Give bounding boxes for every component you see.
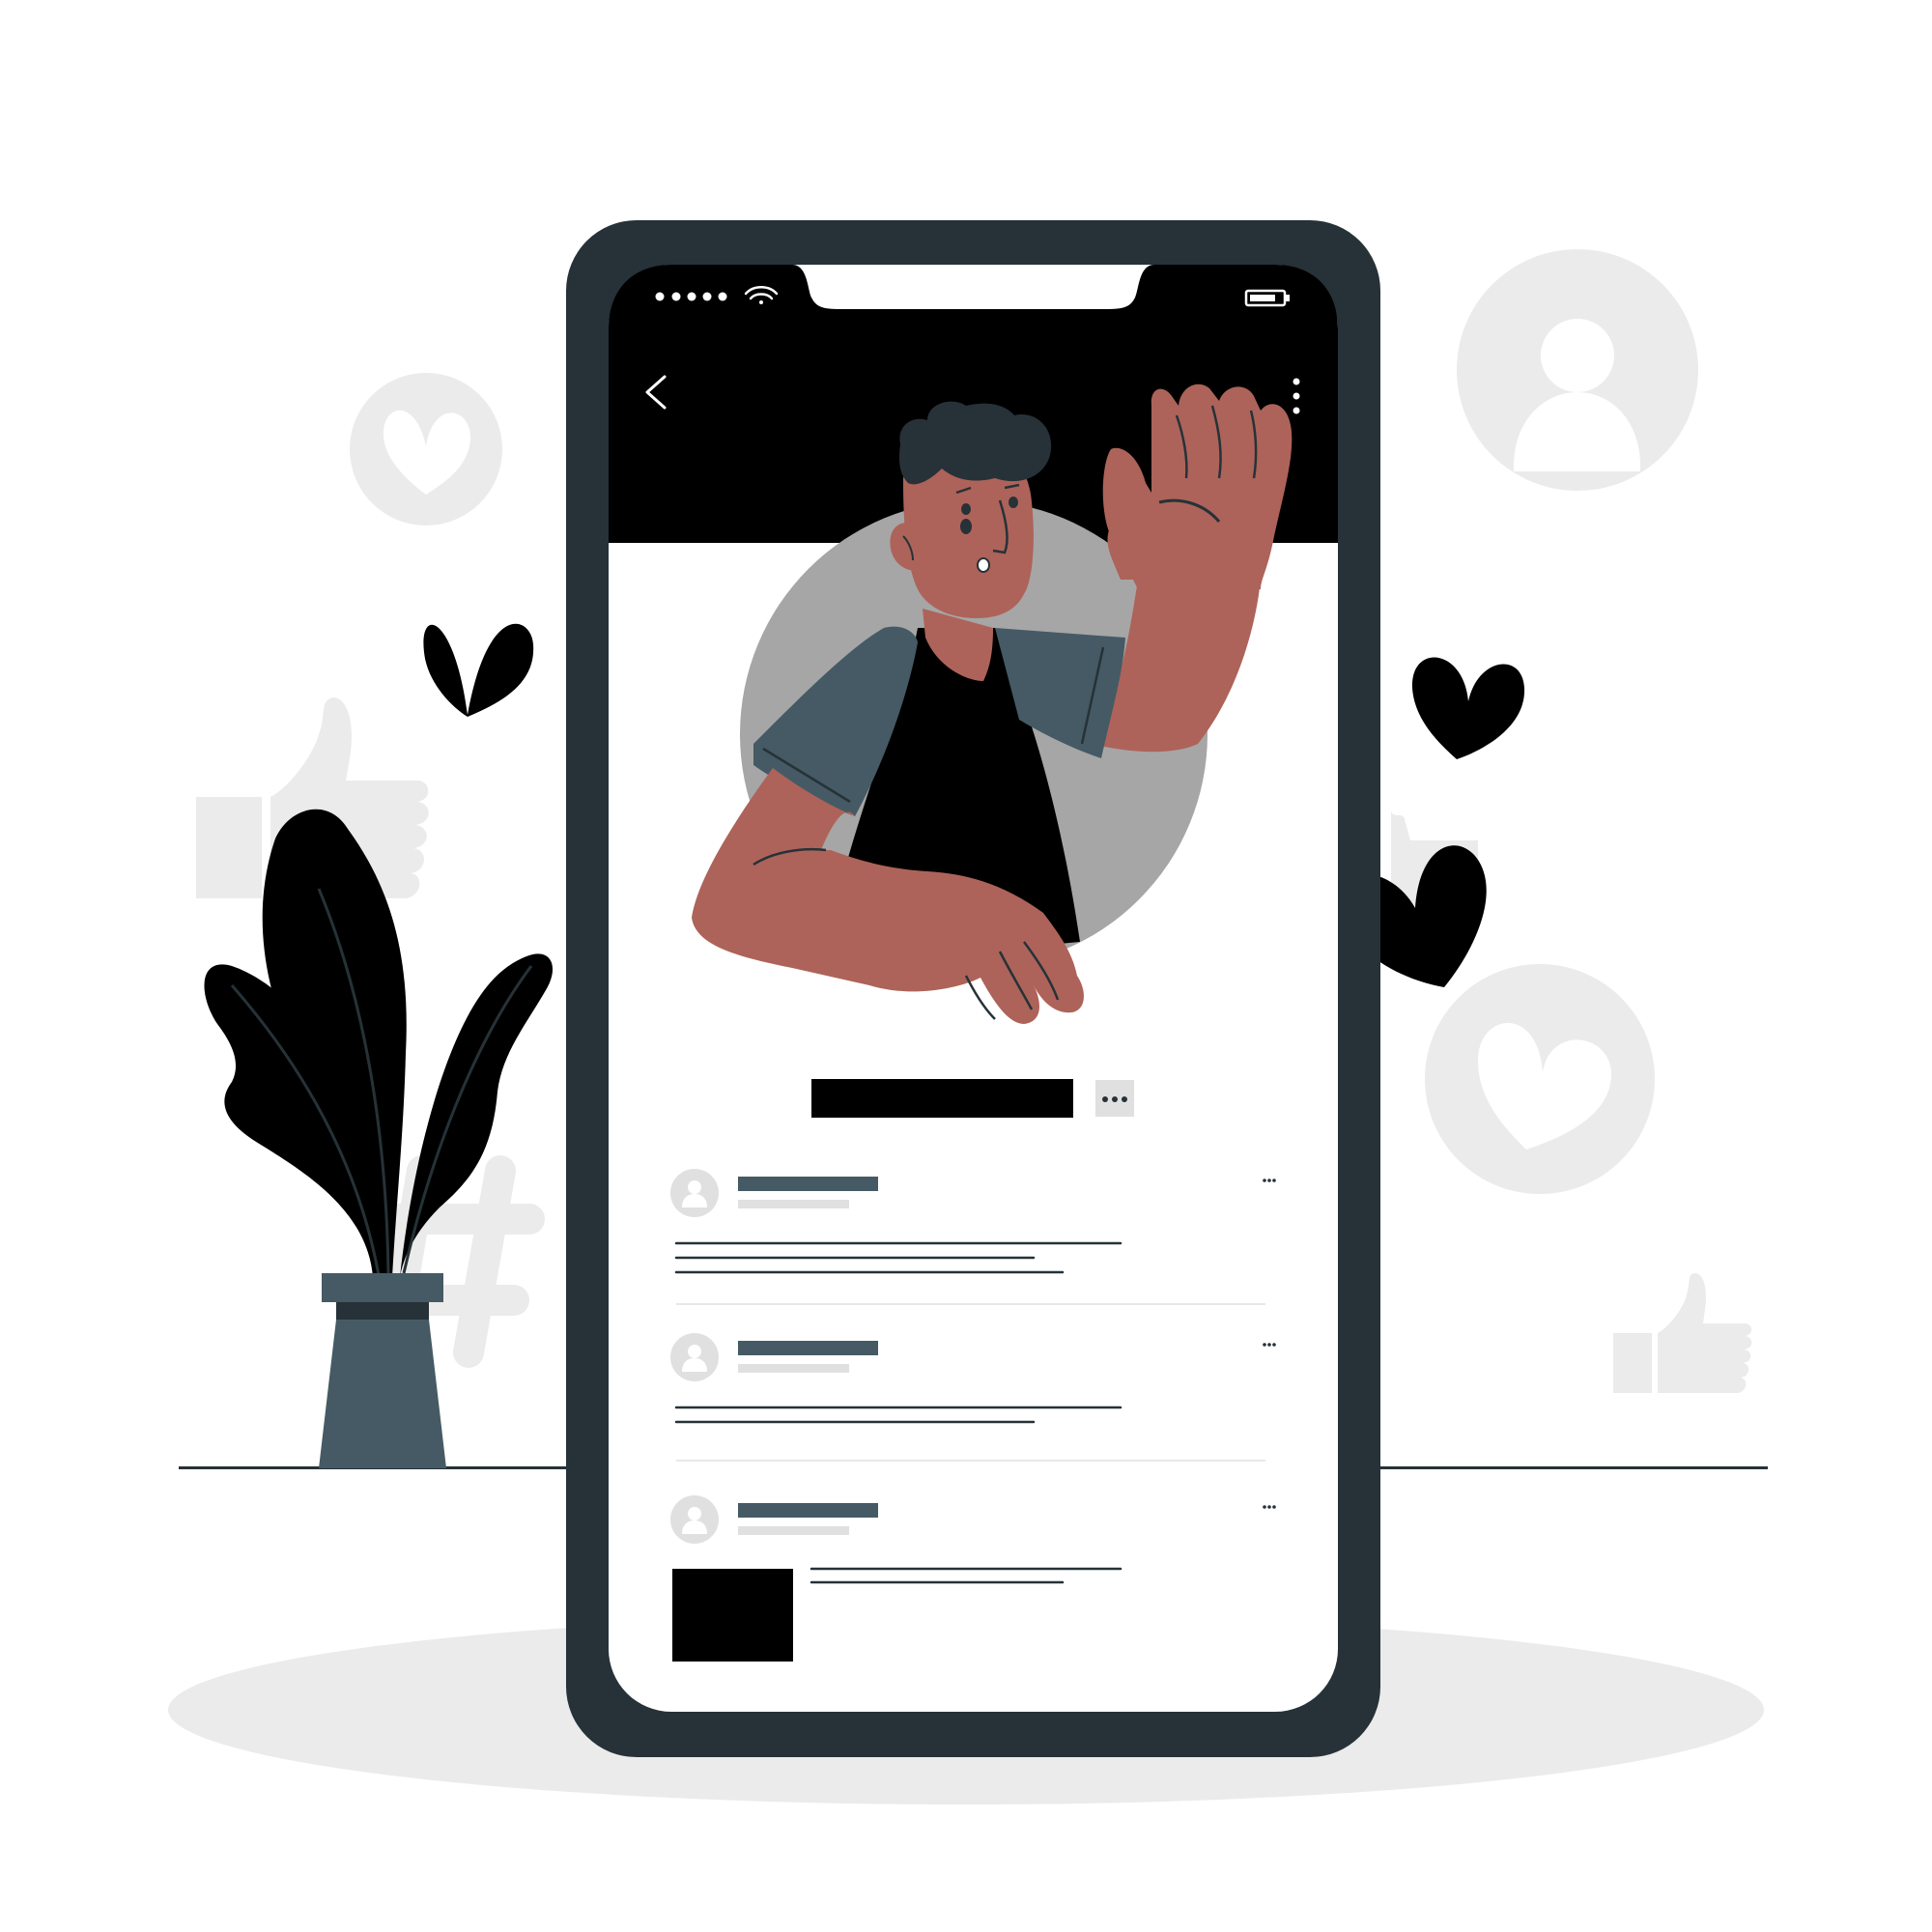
- post-author-bar: [738, 1503, 878, 1518]
- notch-speaker: [929, 270, 1018, 281]
- post-meta-bar: [738, 1364, 849, 1373]
- scene-svg: [168, 220, 1768, 1804]
- horizontal-dots-icon: [1102, 1096, 1127, 1102]
- horizontal-dots-icon[interactable]: [1263, 1505, 1276, 1509]
- user-icon: [670, 1333, 719, 1381]
- back-button[interactable]: [633, 367, 681, 415]
- heart-badge-icon: [1425, 964, 1655, 1194]
- illustration-stage: [0, 0, 1932, 1932]
- pot: [319, 1273, 446, 1468]
- thumbs-up-icon: [1613, 1273, 1752, 1393]
- post-author-bar: [738, 1341, 878, 1355]
- horizontal-dots-icon[interactable]: [1263, 1179, 1276, 1182]
- user-icon: [670, 1495, 719, 1544]
- heart-icon: [423, 623, 534, 717]
- user-icon: [670, 1169, 719, 1217]
- post-author-bar: [738, 1177, 878, 1191]
- heart-badge-icon: [350, 373, 502, 526]
- horizontal-dots-icon[interactable]: [1263, 1343, 1276, 1347]
- vertical-dots-icon: [1293, 378, 1300, 414]
- heart-icon: [1411, 657, 1525, 759]
- post-image[interactable]: [672, 1569, 793, 1662]
- post-meta-bar: [738, 1200, 849, 1208]
- post-meta-bar: [738, 1526, 849, 1535]
- profile-name-bar: [811, 1079, 1073, 1118]
- user-badge-icon: [1457, 249, 1698, 491]
- profile-more-button[interactable]: [1095, 1080, 1134, 1117]
